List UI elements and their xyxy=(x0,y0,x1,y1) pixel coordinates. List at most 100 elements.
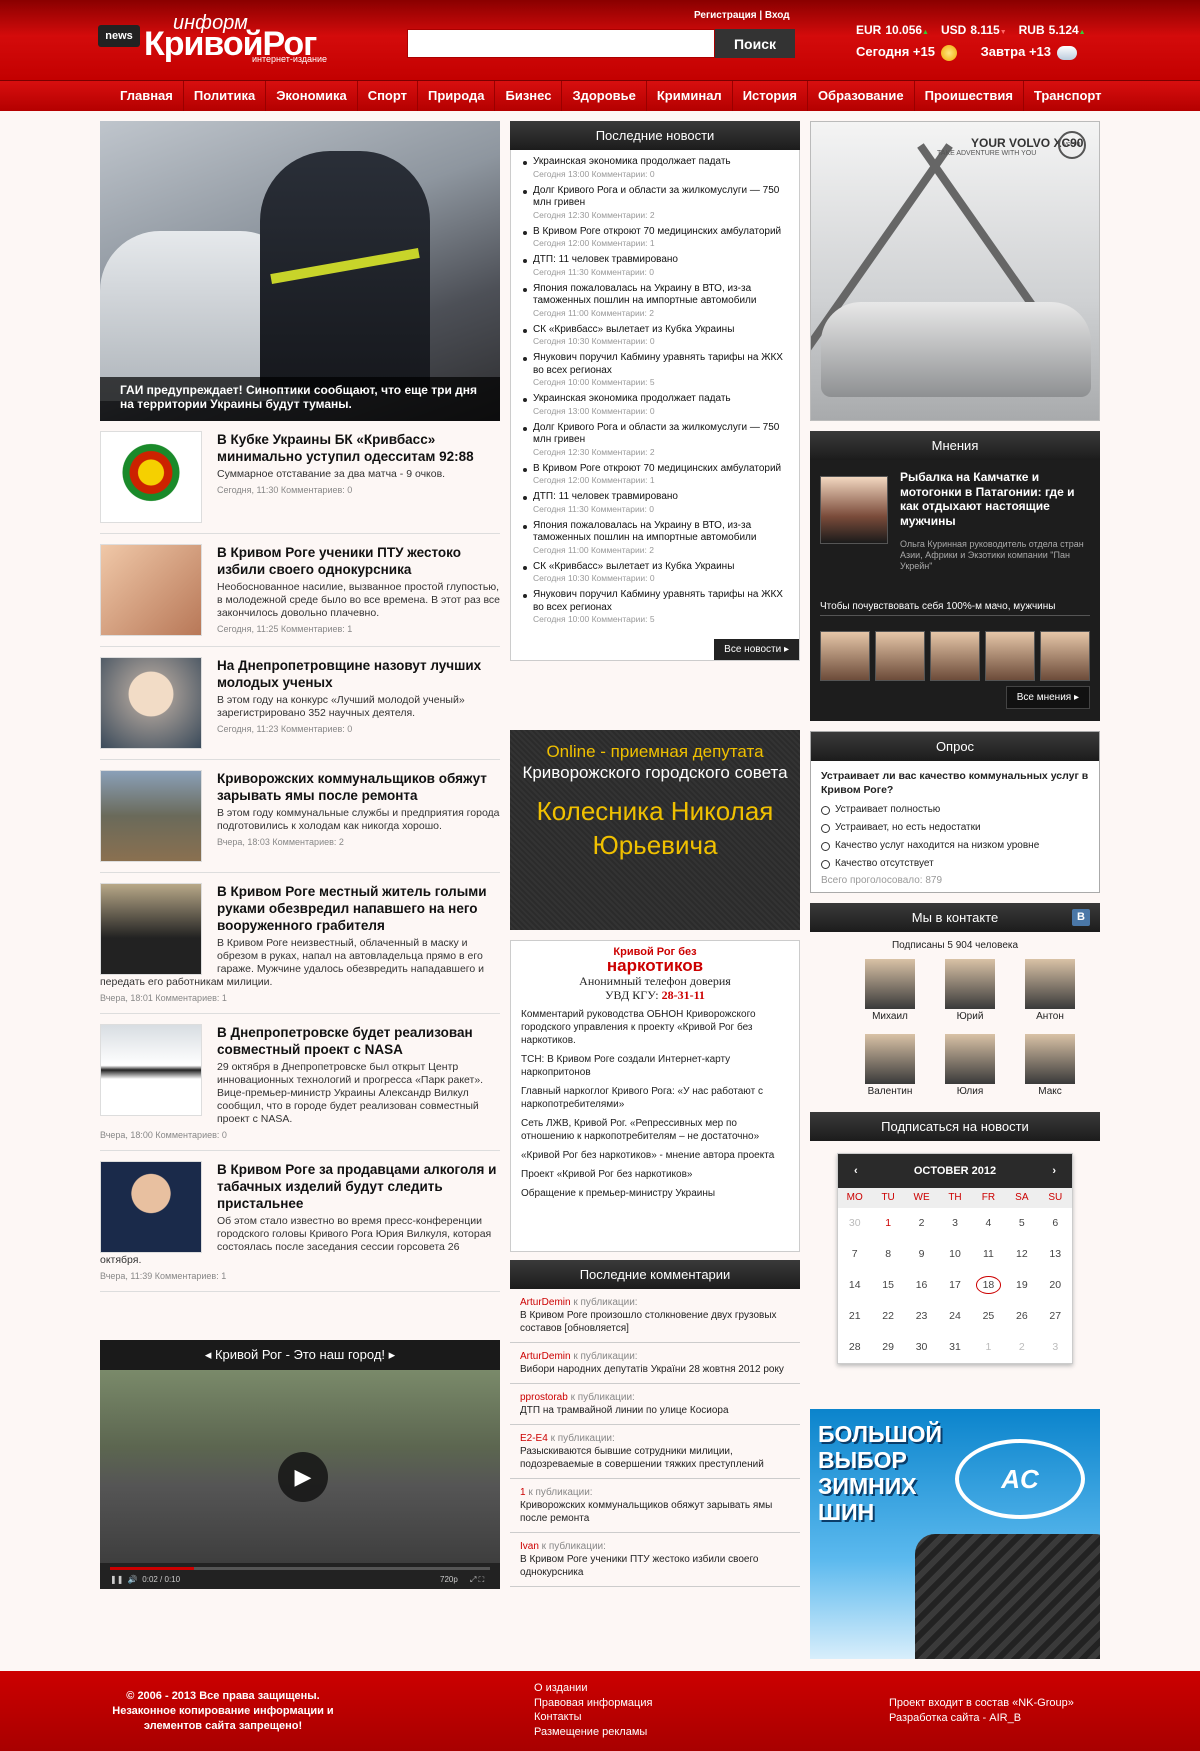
news-item-title[interactable]: Янукович поручил Кабмину уравнять тарифы… xyxy=(533,352,789,377)
news-item-title[interactable]: ДТП: 11 человек травмировано xyxy=(533,491,789,504)
nav-item[interactable]: Спорт xyxy=(358,81,419,111)
register-login-link[interactable]: Регистрация | Вход xyxy=(694,10,790,21)
vk-member[interactable]: Макс xyxy=(1010,1034,1090,1103)
poll-option[interactable]: Качество отсутствует xyxy=(811,855,1099,873)
calendar-day[interactable]: 8 xyxy=(871,1239,904,1270)
vk-member[interactable]: Михаил xyxy=(850,959,930,1028)
footer-credit[interactable]: Проект входит в состав «NK-Group» xyxy=(889,1696,1074,1711)
video-player[interactable]: ◂ Кривой Рог - Это наш город! ▸ ▶ ❚❚ 🔊 0… xyxy=(100,1340,500,1589)
news-item[interactable]: СК «Кривбасс» вылетает из Кубка Украины С… xyxy=(521,324,789,348)
nav-item[interactable]: Бизнес xyxy=(495,81,563,111)
news-item[interactable]: Долг Кривого Рога и области за жилкомусл… xyxy=(521,422,789,458)
news-item[interactable]: Долг Кривого Рога и области за жилкомусл… xyxy=(521,185,789,221)
article-thumbnail[interactable] xyxy=(100,1024,202,1116)
subscribe-news-button[interactable]: Подписаться на новости xyxy=(810,1112,1100,1141)
vk-icon[interactable]: B xyxy=(1072,909,1090,926)
calendar-day[interactable]: 24 xyxy=(938,1301,971,1332)
comment-publication[interactable]: Вибори народних депутатів України 28 жов… xyxy=(520,1363,790,1376)
hero-caption[interactable]: ГАИ предупреждает! Синоптики сообщают, ч… xyxy=(100,377,500,421)
site-logo[interactable]: news информ КривойРог интернет-издание xyxy=(98,13,358,68)
calendar-day[interactable]: 3 xyxy=(938,1208,971,1239)
calendar-prev-icon[interactable]: ‹ xyxy=(854,1165,858,1177)
comment-item[interactable]: 1 к публикации: Криворожских коммунальщик… xyxy=(510,1479,800,1533)
calendar-day[interactable]: 25 xyxy=(972,1301,1005,1332)
news-item-title[interactable]: Долг Кривого Рога и области за жилкомусл… xyxy=(533,185,789,210)
volvo-ad[interactable]: YOUR VOLVO XC90 TAKE ADVENTURE WITH YOU … xyxy=(810,121,1100,421)
video-title[interactable]: ◂ Кривой Рог - Это наш город! ▸ xyxy=(100,1340,500,1370)
hero-story[interactable]: ГАИ предупреждает! Синоптики сообщают, ч… xyxy=(100,121,500,421)
article-item[interactable]: В Кривом Роге местный житель голыми рука… xyxy=(100,873,500,1014)
no-drugs-link[interactable]: Главный наркоглог Кривого Рога: «У нас р… xyxy=(521,1085,789,1111)
calendar-day[interactable]: 14 xyxy=(838,1270,871,1301)
calendar-day[interactable]: 15 xyxy=(871,1270,904,1301)
news-item[interactable]: СК «Кривбасс» вылетает из Кубка Украины С… xyxy=(521,561,789,585)
calendar-day[interactable]: 27 xyxy=(1039,1301,1072,1332)
news-item[interactable]: Янукович поручил Кабмину уравнять тарифы… xyxy=(521,589,789,625)
comment-user[interactable]: ArturDemin xyxy=(520,1297,571,1308)
poll-option[interactable]: Устраивает полностью xyxy=(811,801,1099,819)
footer-link[interactable]: Правовая информация xyxy=(534,1696,652,1711)
nav-item[interactable]: Природа xyxy=(418,81,496,111)
no-drugs-link[interactable]: «Кривой Рог без наркотиков» - мнение авт… xyxy=(521,1149,789,1162)
calendar-day[interactable]: 18 xyxy=(972,1270,1005,1301)
nav-item[interactable]: Образование xyxy=(808,81,915,111)
calendar-day[interactable]: 23 xyxy=(905,1301,938,1332)
calendar-day[interactable]: 12 xyxy=(1005,1239,1038,1270)
calendar-day[interactable]: 11 xyxy=(972,1239,1005,1270)
calendar-day[interactable]: 4 xyxy=(972,1208,1005,1239)
member-avatar[interactable] xyxy=(1025,959,1075,1009)
comment-publication[interactable]: В Кривом Роге произошло столкновение дву… xyxy=(520,1309,790,1335)
news-item[interactable]: Япония пожаловалась на Украину в ВТО, из… xyxy=(521,520,789,556)
nav-item[interactable]: Главная xyxy=(110,81,184,111)
all-opinions-button[interactable]: Все мнения ▸ xyxy=(1005,686,1090,709)
comment-item[interactable]: ArturDemin к публикации: В Кривом Роге пр… xyxy=(510,1289,800,1343)
comment-publication[interactable]: ДТП на трамвайной линии по улице Косиора xyxy=(520,1404,790,1417)
news-item-title[interactable]: ДТП: 11 человек травмировано xyxy=(533,254,789,267)
comment-item[interactable]: Ivan к публикации: В Кривом Роге ученики … xyxy=(510,1533,800,1587)
comment-user[interactable]: pprostorab xyxy=(520,1392,568,1403)
video-quality[interactable]: 720p xyxy=(440,1575,458,1584)
news-item-title[interactable]: СК «Кривбасс» вылетает из Кубка Украины xyxy=(533,324,789,337)
calendar-day[interactable]: 29 xyxy=(871,1332,904,1363)
news-item[interactable]: Украинская экономика продолжает падать Се… xyxy=(521,393,789,417)
article-item[interactable]: В Кривом Роге за продавцами алкоголя и т… xyxy=(100,1151,500,1292)
comment-user[interactable]: E2-E4 xyxy=(520,1433,548,1444)
calendar-day[interactable]: 22 xyxy=(871,1301,904,1332)
vk-member[interactable]: Валентин xyxy=(850,1034,930,1103)
comment-item[interactable]: pprostorab к публикации: ДТП на трамвайно… xyxy=(510,1384,800,1425)
nav-item[interactable]: Политика xyxy=(184,81,267,111)
calendar-day[interactable]: 19 xyxy=(1005,1270,1038,1301)
opinion-thumb[interactable] xyxy=(930,631,980,681)
article-thumbnail[interactable] xyxy=(100,657,202,749)
article-item[interactable]: На Днепропетровщине назовут лучших молод… xyxy=(100,647,500,760)
article-thumbnail[interactable] xyxy=(100,544,202,636)
no-drugs-link[interactable]: Комментарий руководства ОБНОН Криворожск… xyxy=(521,1008,789,1047)
member-avatar[interactable] xyxy=(945,1034,995,1084)
comment-user[interactable]: ArturDemin xyxy=(520,1351,571,1362)
calendar-day[interactable]: 21 xyxy=(838,1301,871,1332)
news-item-title[interactable]: В Кривом Роге откроют 70 медицинских амб… xyxy=(533,463,789,476)
calendar-day[interactable]: 6 xyxy=(1039,1208,1072,1239)
opinion-thumb[interactable] xyxy=(875,631,925,681)
article-thumbnail[interactable] xyxy=(100,883,202,975)
news-item-title[interactable]: Украинская экономика продолжает падать xyxy=(533,393,789,406)
opinion-headline[interactable]: Рыбалка на Камчатке и мотогонки в Патаго… xyxy=(900,470,1095,528)
member-avatar[interactable] xyxy=(865,1034,915,1084)
member-avatar[interactable] xyxy=(865,959,915,1009)
calendar-day[interactable]: 2 xyxy=(905,1208,938,1239)
member-avatar[interactable] xyxy=(1025,1034,1075,1084)
opinion-thumb[interactable] xyxy=(1040,631,1090,681)
no-drugs-link[interactable]: Обращение к премьер-министру Украины xyxy=(521,1187,789,1200)
calendar-day[interactable]: 10 xyxy=(938,1239,971,1270)
news-item[interactable]: ДТП: 11 человек травмировано Сегодня 11:3… xyxy=(521,254,789,278)
opinion-thumb[interactable] xyxy=(820,631,870,681)
calendar-next-icon[interactable]: › xyxy=(1052,1165,1056,1177)
no-drugs-link[interactable]: Проект «Кривой Рог без наркотиков» xyxy=(521,1168,789,1181)
calendar-day[interactable]: 28 xyxy=(838,1332,871,1363)
calendar-day[interactable]: 13 xyxy=(1039,1239,1072,1270)
author-photo[interactable] xyxy=(820,476,888,544)
news-item-title[interactable]: Япония пожаловалась на Украину в ВТО, из… xyxy=(533,520,789,545)
article-item[interactable]: В Кубке Украины БК «Кривбасс» минимально… xyxy=(100,421,500,534)
calendar-day[interactable]: 1 xyxy=(871,1208,904,1239)
fullscreen-icon[interactable]: ⤢ ⛶ xyxy=(470,1575,484,1585)
